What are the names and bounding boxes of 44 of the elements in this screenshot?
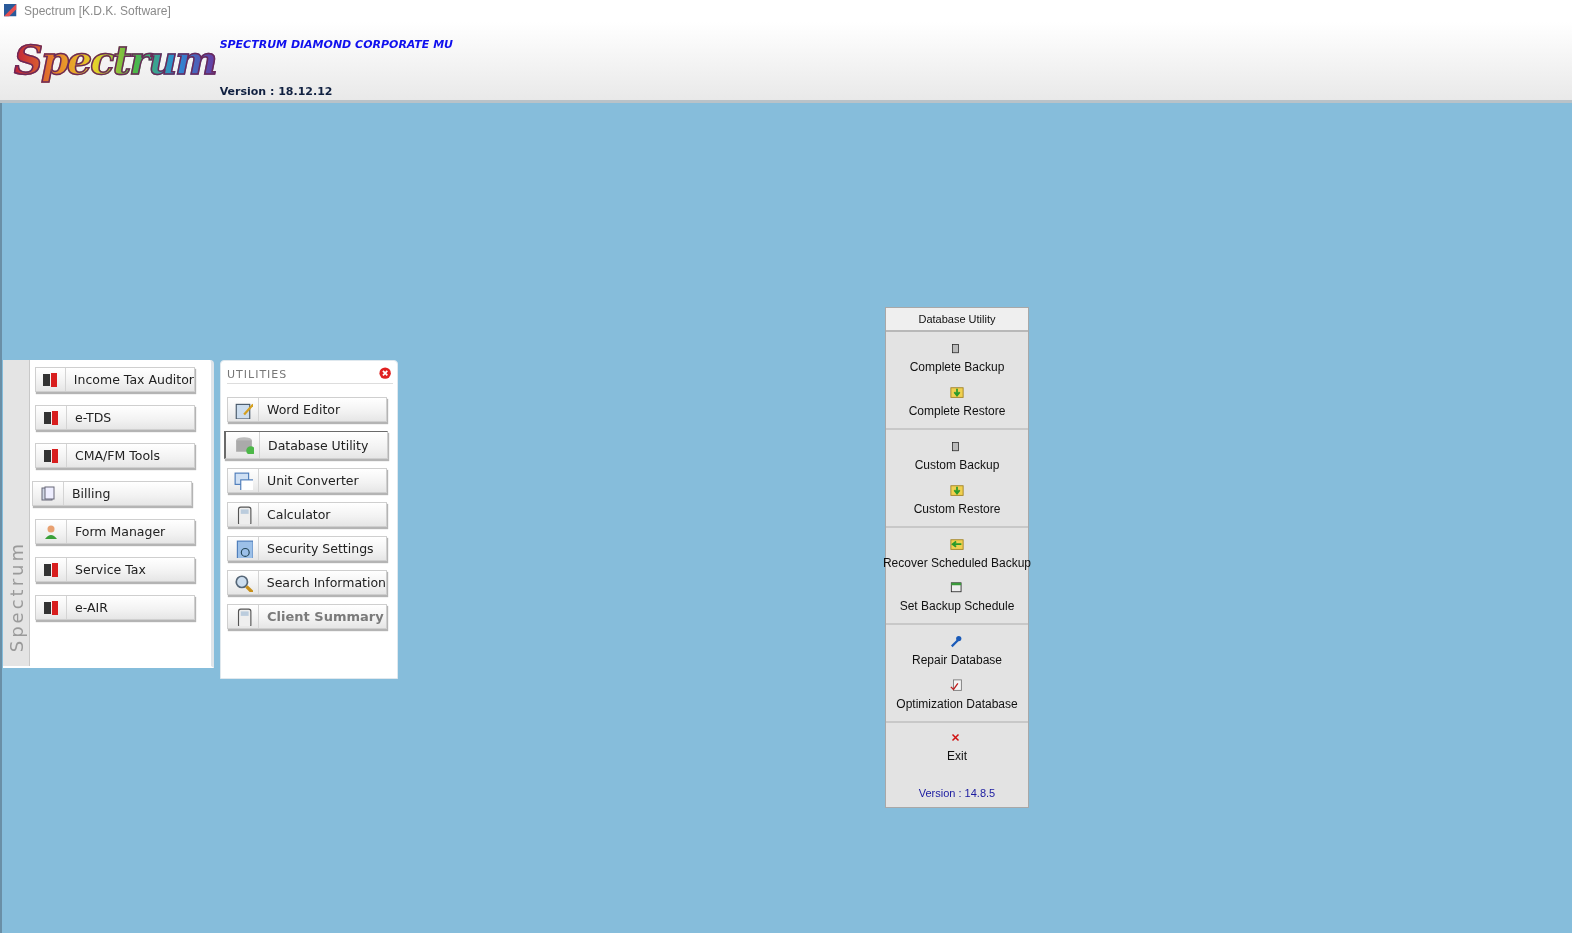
badge-icon — [43, 447, 59, 464]
utility-button[interactable]: Unit Converter — [227, 468, 387, 493]
module-button[interactable]: e-AIR — [35, 595, 195, 620]
window-icon — [950, 582, 964, 595]
menu-item[interactable]: Set Backup Schedule — [899, 582, 1015, 613]
module-button[interactable]: Income Tax Auditor — [35, 367, 195, 392]
version-label: Version : 18.12.12 — [219, 85, 334, 98]
module-button[interactable]: e-TDS — [35, 405, 195, 430]
badge-icon — [42, 371, 59, 388]
menu-item[interactable]: Optimization Database — [896, 679, 1018, 711]
utilities-title: UTILITIES — [227, 367, 288, 381]
document-check-icon — [949, 679, 965, 693]
panel-title: Database Utility — [886, 308, 1028, 332]
module-button[interactable]: Billing — [32, 481, 192, 506]
utility-button[interactable]: Search Information — [227, 570, 387, 595]
menu-item[interactable]: Custom Backup — [914, 440, 1000, 472]
menu-item[interactable]: Recover Scheduled Backup — [882, 538, 1032, 570]
app-icon — [4, 4, 18, 18]
module-button[interactable]: Form Manager — [35, 519, 195, 544]
menu-item[interactable]: Repair Database — [911, 635, 1003, 667]
papers-icon — [40, 485, 56, 502]
menu-item[interactable]: Complete Backup — [909, 342, 1005, 374]
person-icon — [43, 523, 59, 540]
menu-item[interactable]: Custom Restore — [913, 484, 1001, 516]
utility-button[interactable]: Word Editor — [227, 397, 387, 422]
utility-button[interactable]: Security Settings — [227, 536, 387, 561]
close-icon[interactable] — [379, 367, 393, 381]
utility-button[interactable]: Database Utility — [224, 431, 388, 459]
database-icon — [234, 436, 254, 454]
window-title: Spectrum [K.D.K. Software] — [24, 4, 171, 18]
badge-icon — [43, 561, 59, 578]
search-icon — [232, 573, 253, 592]
wrench-icon — [950, 635, 964, 649]
module-button[interactable]: CMA/FM Tools — [35, 443, 195, 468]
badge-icon — [43, 409, 59, 426]
badge-icon — [43, 599, 59, 616]
windows-icon — [233, 471, 253, 490]
utility-button[interactable]: Calculator — [227, 502, 387, 527]
module-button[interactable]: Service Tax — [35, 557, 195, 582]
menu-item[interactable]: Exit — [947, 733, 967, 763]
version-label: Version : 14.8.5 — [918, 787, 996, 799]
menu-item[interactable]: Complete Restore — [908, 386, 1006, 418]
side-label: Spectrum — [5, 540, 27, 652]
company-name: SPECTRUM DIAMOND CORPORATE MU — [219, 38, 454, 51]
